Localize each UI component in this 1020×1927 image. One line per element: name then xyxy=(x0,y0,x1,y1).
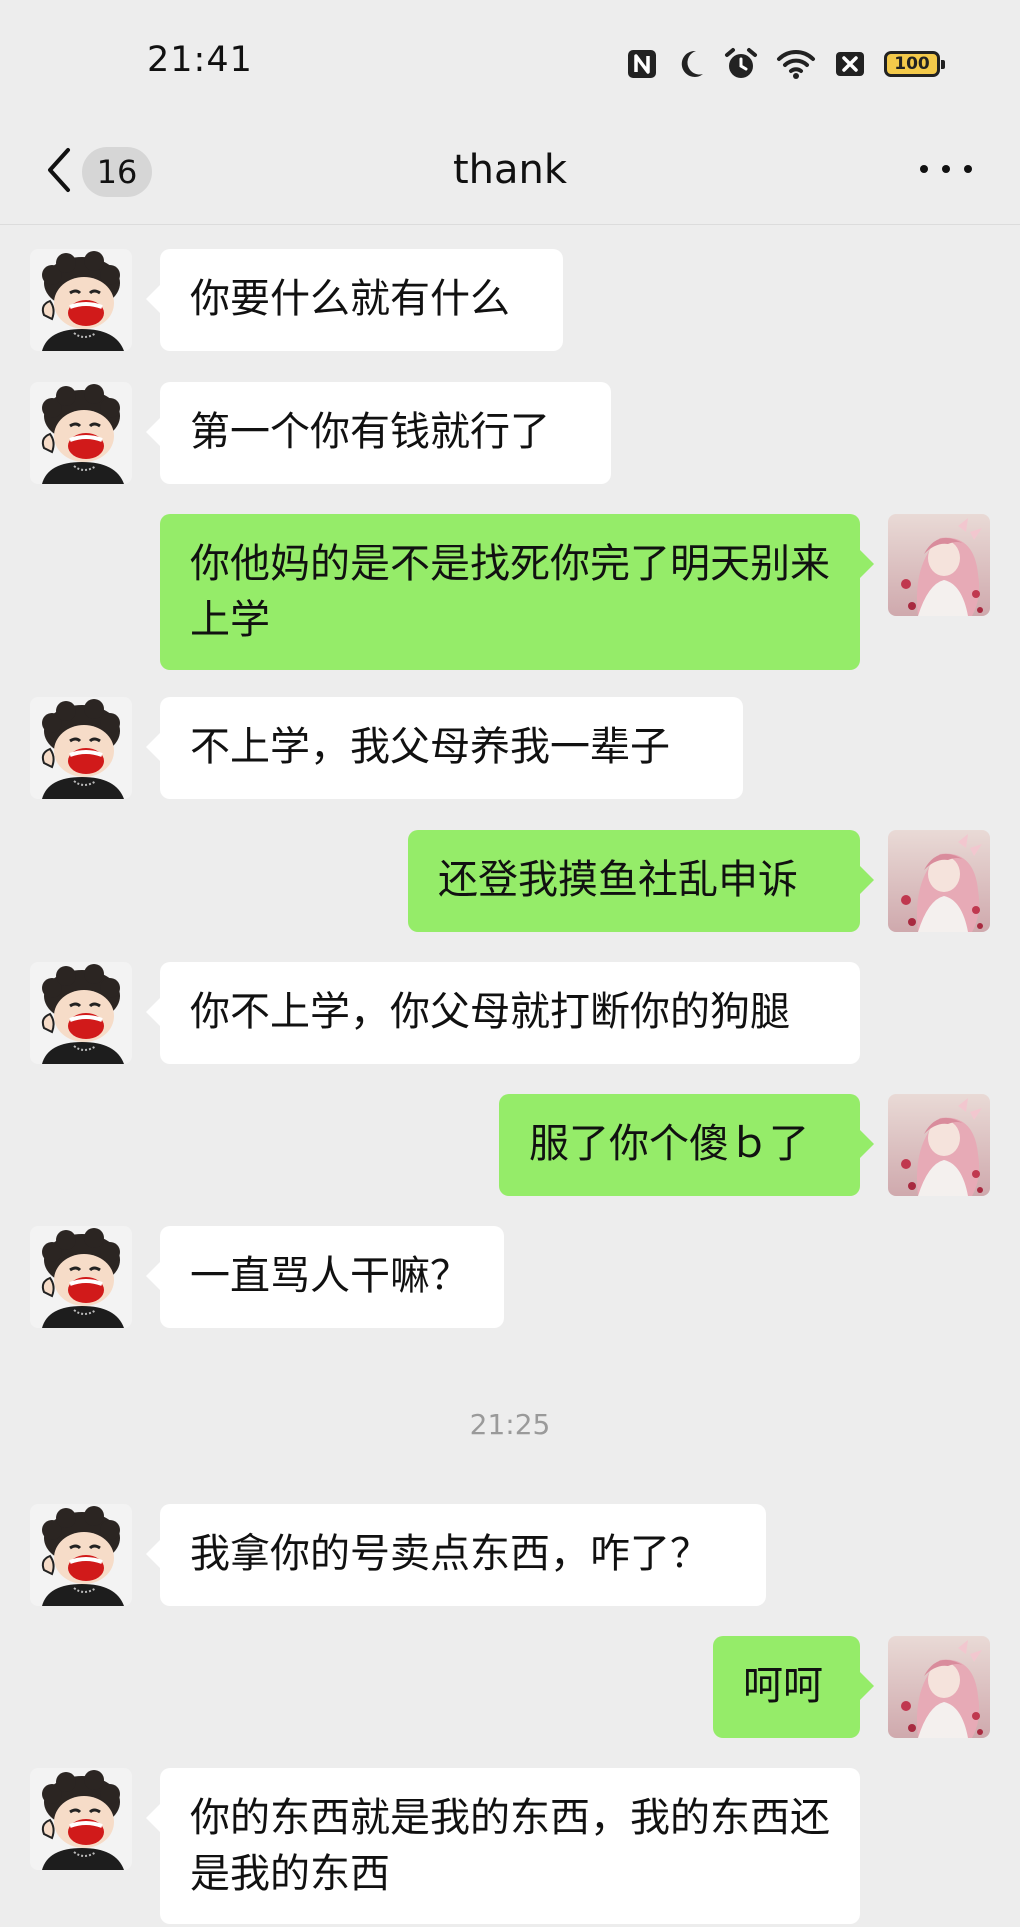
message-bubble[interactable]: 你他妈的是不是找死你完了明天别来上学 xyxy=(160,514,874,670)
nfc-icon xyxy=(628,50,656,78)
contact-avatar[interactable] xyxy=(30,962,132,1064)
contact-avatar[interactable] xyxy=(30,1768,132,1870)
sim-off-icon xyxy=(836,52,864,76)
received-message: 你不上学，你父母就打断你的狗腿 xyxy=(0,962,1020,1064)
received-message: 一直骂人干嘛？ xyxy=(0,1226,1020,1328)
message-bubble[interactable]: 还登我摸鱼社乱申诉 xyxy=(408,830,874,932)
received-message: 你的东西就是我的东西，我的东西还是我的东西 xyxy=(0,1768,1020,1924)
chat-header: 16 thank xyxy=(0,120,1020,225)
message-bubble[interactable]: 不上学，我父母养我一辈子 xyxy=(146,697,743,799)
contact-avatar[interactable] xyxy=(30,249,132,351)
message-bubble[interactable]: 第一个你有钱就行了 xyxy=(146,382,611,484)
my-avatar[interactable] xyxy=(888,514,990,616)
contact-avatar[interactable] xyxy=(30,382,132,484)
alarm-icon xyxy=(725,48,757,78)
contact-avatar[interactable] xyxy=(30,1226,132,1328)
status-icons: 100 xyxy=(626,44,945,84)
status-bar: 21:41 100 xyxy=(0,0,1020,120)
received-message: 你要什么就有什么 xyxy=(0,249,1020,351)
received-message: 不上学，我父母养我一辈子 xyxy=(0,697,1020,799)
message-bubble[interactable]: 我拿你的号卖点东西，咋了？ xyxy=(146,1504,766,1606)
sent-message: 你他妈的是不是找死你完了明天别来上学 xyxy=(0,514,1020,670)
chat-screen: 21:41 100 16 thank 你要什么就有什么 第一个你有钱就行了 你他… xyxy=(0,0,1020,1927)
my-avatar[interactable] xyxy=(888,1094,990,1196)
message-bubble[interactable]: 你要什么就有什么 xyxy=(146,249,563,351)
message-bubble[interactable]: 呵呵 xyxy=(713,1636,874,1738)
message-bubble[interactable]: 你不上学，你父母就打断你的狗腿 xyxy=(146,962,860,1064)
my-avatar[interactable] xyxy=(888,1636,990,1738)
sent-message: 服了你个傻ｂ了 xyxy=(0,1094,1020,1196)
battery-icon: 100 xyxy=(884,51,945,77)
my-avatar[interactable] xyxy=(888,830,990,932)
sent-message: 还登我摸鱼社乱申诉 xyxy=(0,830,1020,932)
message-bubble[interactable]: 你的东西就是我的东西，我的东西还是我的东西 xyxy=(146,1768,860,1924)
received-message: 我拿你的号卖点东西，咋了？ xyxy=(0,1504,1020,1606)
contact-avatar[interactable] xyxy=(30,1504,132,1606)
wifi-icon xyxy=(777,49,815,79)
message-bubble[interactable]: 服了你个傻ｂ了 xyxy=(499,1094,874,1196)
moon-icon xyxy=(681,50,703,77)
message-timestamp: 21:25 xyxy=(469,1408,551,1441)
message-bubble[interactable]: 一直骂人干嘛？ xyxy=(146,1226,504,1328)
contact-avatar[interactable] xyxy=(30,697,132,799)
status-time: 21:41 xyxy=(147,40,253,80)
chat-title: thank xyxy=(452,147,568,193)
sent-message: 呵呵 xyxy=(0,1636,1020,1738)
more-options-icon[interactable] xyxy=(920,158,972,180)
received-message: 第一个你有钱就行了 xyxy=(0,382,1020,484)
